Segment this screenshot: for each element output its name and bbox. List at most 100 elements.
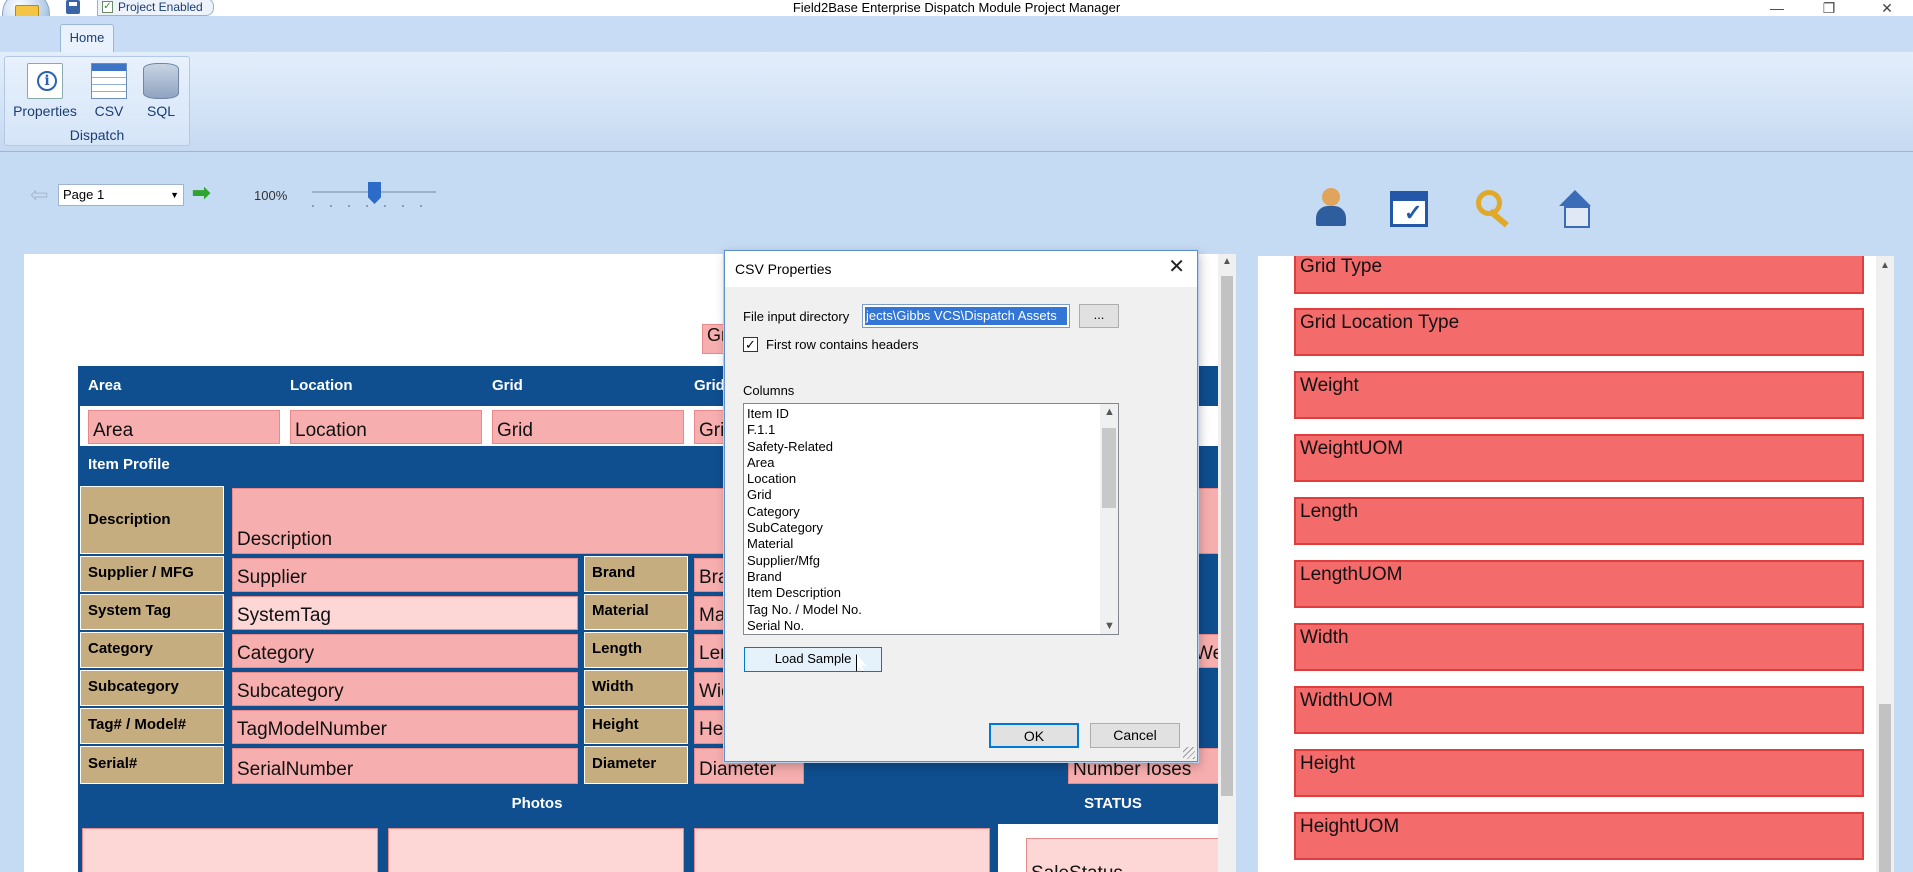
label-serial: Serial# — [80, 746, 224, 784]
scrollbar-thumb[interactable] — [1879, 704, 1891, 872]
field-area[interactable]: Area — [88, 410, 280, 444]
label-brand: Brand — [584, 556, 688, 592]
tab-home[interactable]: Home — [60, 24, 114, 52]
header-grid-2: Grid — [694, 377, 725, 394]
zoom-level: 100% — [254, 188, 288, 203]
status-title: STATUS — [1084, 795, 1142, 812]
label-category: Category — [80, 632, 224, 668]
list-item[interactable]: F.1.1 — [747, 422, 862, 438]
list-item[interactable]: Item ID — [747, 406, 862, 422]
photo-slot-3[interactable] — [694, 828, 990, 872]
field-list-scrollbar[interactable]: ▲ — [1876, 256, 1894, 872]
checkbox-window-icon[interactable] — [1390, 191, 1428, 227]
field-list-item[interactable]: WidthUOM — [1294, 686, 1864, 734]
back-arrow-icon[interactable]: ⇦ — [30, 184, 48, 206]
field-sale-status[interactable]: SaleStatus — [1026, 838, 1228, 872]
label-subcategory: Subcategory — [80, 670, 224, 706]
photo-slot-2[interactable] — [388, 828, 684, 872]
header-grid: Grid — [492, 377, 523, 394]
label-diameter: Diameter — [584, 746, 688, 784]
key-icon[interactable] — [1474, 188, 1514, 228]
label-tag-model: Tag# / Model# — [80, 708, 224, 744]
field-category[interactable]: Category — [232, 634, 578, 668]
ok-button[interactable]: OK — [989, 723, 1079, 748]
photos-title: Photos — [511, 795, 563, 812]
file-input-directory-field[interactable]: jects\Gibbs VCS\Dispatch Assets — [862, 304, 1070, 328]
list-item[interactable]: SubCategory — [747, 520, 862, 536]
scrollbar-thumb[interactable] — [1102, 428, 1116, 508]
page-select-value: Page 1 — [63, 187, 105, 202]
properties-label: Properties — [13, 103, 77, 119]
field-list-item[interactable]: WeightUOM — [1294, 434, 1864, 482]
ribbon-tab-strip — [0, 16, 1913, 52]
field-location[interactable]: Location — [290, 410, 482, 444]
columns-listbox[interactable]: Item ID F.1.1 Safety-Related Area Locati… — [743, 403, 1119, 635]
resize-grip-icon[interactable] — [1183, 747, 1195, 759]
field-grid[interactable]: Grid — [492, 410, 684, 444]
sql-label: SQL — [146, 103, 175, 119]
list-item[interactable]: Supplier/Mfg — [747, 553, 862, 569]
columns-items: Item ID F.1.1 Safety-Related Area Locati… — [747, 406, 862, 634]
field-tag-model[interactable]: TagModelNumber — [232, 710, 578, 744]
list-item[interactable]: Serial No. — [747, 618, 862, 634]
photo-slot-1[interactable] — [82, 828, 378, 872]
field-subcategory[interactable]: Subcategory — [232, 672, 578, 706]
label-material: Material — [584, 594, 688, 630]
page-select[interactable]: Page 1 ▼ — [58, 184, 184, 206]
scrollbar-thumb[interactable] — [1221, 276, 1233, 796]
photos-row: SaleStatus — [78, 824, 1228, 872]
group-label-dispatch: Dispatch — [69, 127, 125, 143]
forward-arrow-icon[interactable]: ➡ — [192, 182, 210, 204]
field-list-item[interactable]: Width — [1294, 623, 1864, 671]
cancel-button[interactable]: Cancel — [1090, 723, 1180, 748]
file-input-directory-value: jects\Gibbs VCS\Dispatch Assets — [865, 307, 1067, 325]
project-enabled-toggle[interactable]: ✓ Project Enabled — [97, 0, 214, 16]
field-list-item[interactable]: Height — [1294, 749, 1864, 797]
field-list-item[interactable]: Grid Location Type — [1294, 308, 1864, 356]
item-profile-title: Item Profile — [88, 456, 170, 473]
list-item[interactable]: Safety-Related — [747, 439, 862, 455]
restore-button[interactable]: ❐ — [1814, 0, 1844, 16]
field-list-item[interactable]: HeightUOM — [1294, 812, 1864, 860]
list-item[interactable]: Area — [747, 455, 862, 471]
status-header: STATUS — [998, 784, 1228, 824]
list-item[interactable]: Material — [747, 536, 862, 552]
minimize-button[interactable]: — — [1762, 0, 1792, 16]
label-length: Length — [584, 632, 688, 668]
list-item[interactable]: Tag No. / Model No. — [747, 602, 862, 618]
zoom-ticks — [312, 205, 436, 207]
photos-header: Photos — [78, 784, 996, 824]
close-button[interactable]: ✕ — [1872, 0, 1902, 16]
user-check-icon[interactable] — [1312, 188, 1352, 228]
columns-scrollbar[interactable]: ▲ ▼ — [1100, 404, 1118, 634]
field-list-item[interactable]: Grid Type — [1294, 256, 1864, 294]
save-icon[interactable] — [66, 0, 80, 14]
scroll-up-icon[interactable]: ▲ — [1222, 256, 1232, 267]
field-list-item[interactable]: Weight — [1294, 371, 1864, 419]
properties-button[interactable]: Properties — [13, 61, 77, 121]
sql-button[interactable]: SQL — [129, 61, 193, 121]
field-supplier[interactable]: Supplier — [232, 558, 578, 592]
list-item[interactable]: Location — [747, 471, 862, 487]
scroll-up-icon[interactable]: ▲ — [1880, 260, 1890, 271]
zoom-slider-thumb[interactable] — [368, 182, 381, 204]
list-item[interactable]: Brand — [747, 569, 862, 585]
checkmark-icon: ✓ — [102, 1, 113, 13]
browse-button[interactable]: ... — [1079, 304, 1119, 328]
project-enabled-label: Project Enabled — [118, 0, 203, 14]
csv-properties-dialog: CSV Properties ✕ File input directory je… — [724, 250, 1198, 762]
dialog-close-button[interactable]: ✕ — [1168, 257, 1185, 277]
field-list-item[interactable]: Length — [1294, 497, 1864, 545]
list-item[interactable]: Category — [747, 504, 862, 520]
field-list-item[interactable]: LengthUOM — [1294, 560, 1864, 608]
home-icon[interactable] — [1555, 188, 1595, 228]
chevron-down-icon[interactable]: ▼ — [1104, 620, 1115, 632]
field-serial[interactable]: SerialNumber — [232, 748, 578, 784]
list-item[interactable]: Item Description — [747, 585, 862, 601]
header-location: Location — [290, 377, 353, 394]
field-system-tag[interactable]: SystemTag — [232, 596, 578, 630]
first-row-headers-checkbox[interactable]: ✓ — [743, 337, 758, 352]
canvas-scrollbar[interactable]: ▲ — [1218, 254, 1236, 872]
chevron-up-icon[interactable]: ▲ — [1104, 406, 1115, 418]
list-item[interactable]: Grid — [747, 487, 862, 503]
